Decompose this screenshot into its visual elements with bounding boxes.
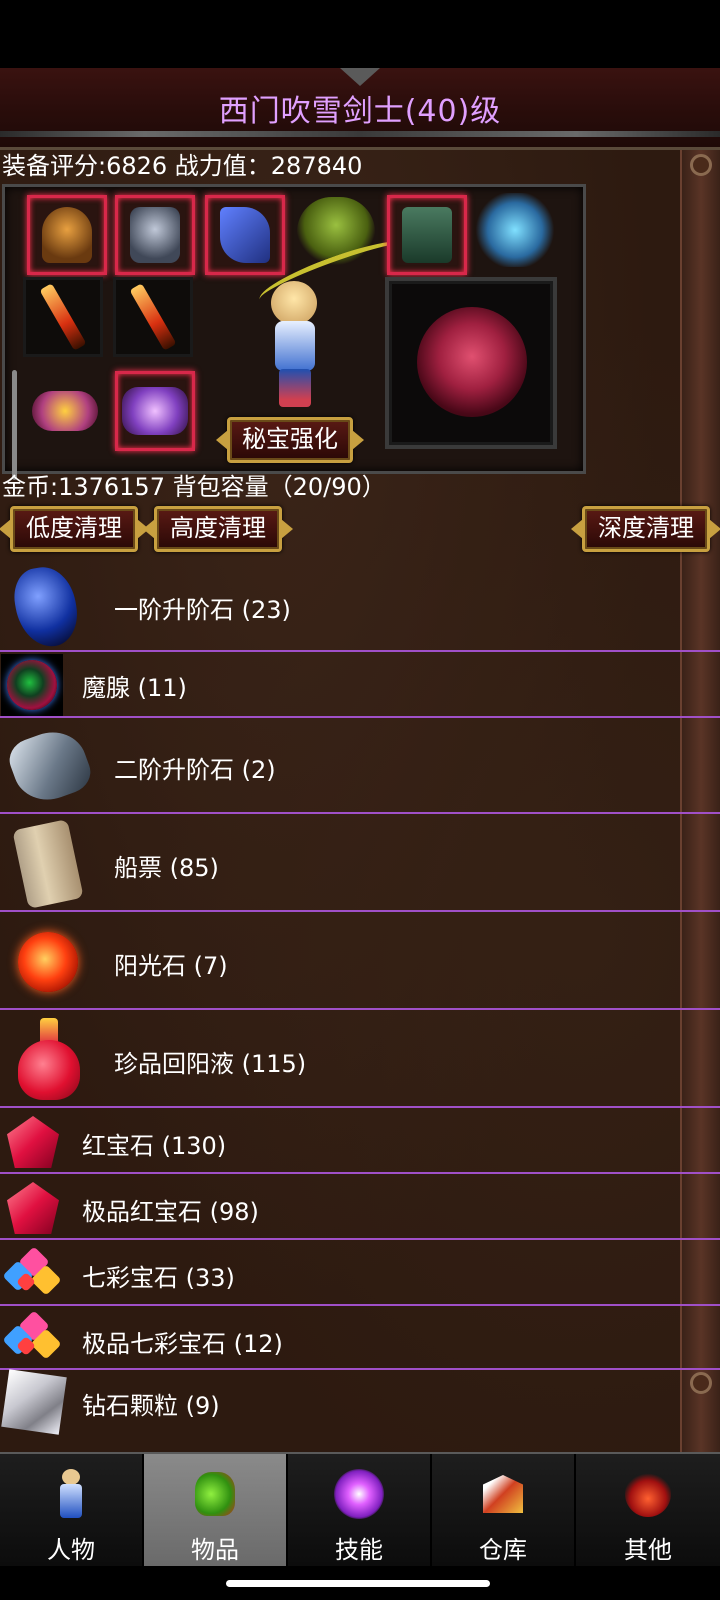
equipment-score-text: 装备评分:6826 战力值：287840 xyxy=(2,152,363,180)
tab-label: 仓库 xyxy=(479,1536,527,1564)
list-item[interactable]: 阳光石 (7) xyxy=(0,912,720,1010)
item-label: 阳光石 (7) xyxy=(114,952,228,980)
main-panel: 装备评分:6826 战力值：287840 秘宝强化 金币:1376157 背包容… xyxy=(0,150,720,1452)
item-label: 珍品回阳液 (115) xyxy=(114,1050,307,1078)
tiger-emblem-icon xyxy=(417,307,527,417)
ruby-icon xyxy=(7,1116,59,1168)
tab-label: 物品 xyxy=(191,1536,239,1564)
home-indicator[interactable] xyxy=(226,1580,490,1587)
wings-icon[interactable] xyxy=(475,193,555,267)
low-cleanup-button[interactable]: 低度清理 xyxy=(10,506,138,552)
sun-stone-icon xyxy=(18,932,78,992)
equipment-panel: 秘宝强化 xyxy=(2,184,586,474)
tab-skills[interactable]: 技能 xyxy=(288,1454,432,1566)
item-label: 船票 (85) xyxy=(114,854,219,882)
avatar-legs xyxy=(279,369,311,407)
helmet-slot[interactable] xyxy=(27,195,107,275)
character-icon xyxy=(60,1469,82,1519)
potion-bag-icon xyxy=(195,1472,235,1516)
skill-orb-icon xyxy=(334,1469,384,1519)
bottom-tab-bar: 人物 物品 技能 仓库 其他 xyxy=(0,1452,720,1566)
bracer-icon xyxy=(220,207,270,263)
rainbow-gems-icon xyxy=(2,1310,62,1361)
item-label: 一阶升阶石 (23) xyxy=(114,596,291,624)
dark-orb-icon xyxy=(1,654,63,716)
belt-slot[interactable] xyxy=(23,373,107,449)
tab-label: 技能 xyxy=(335,1536,383,1564)
item-label: 钻石颗粒 (9) xyxy=(82,1392,220,1420)
deep-cleanup-button[interactable]: 深度清理 xyxy=(582,506,710,552)
warehouse-icon xyxy=(483,1475,523,1513)
list-item[interactable]: 七彩宝石 (33) xyxy=(0,1240,720,1306)
ruby-icon xyxy=(7,1182,59,1234)
sword-icon xyxy=(39,283,87,351)
tab-items[interactable]: 物品 xyxy=(144,1454,288,1566)
armor-icon xyxy=(130,207,180,263)
blue-stone-icon xyxy=(9,562,83,652)
page-title: 西门吹雪剑士(40)级 xyxy=(218,94,502,129)
treasure-enhance-button[interactable]: 秘宝强化 xyxy=(227,417,353,463)
tab-label: 人物 xyxy=(47,1536,95,1564)
soul-slot[interactable] xyxy=(385,277,557,449)
item-label: 极品七彩宝石 (12) xyxy=(82,1330,283,1358)
tab-label: 其他 xyxy=(624,1536,672,1564)
tab-character[interactable]: 人物 xyxy=(0,1454,144,1566)
helmet-icon xyxy=(42,207,92,263)
list-item[interactable]: 极品七彩宝石 (12) xyxy=(0,1306,720,1370)
list-item[interactable]: 钻石颗粒 (9) xyxy=(0,1369,720,1435)
avatar-head xyxy=(271,281,317,325)
status-bar xyxy=(0,0,720,68)
item-label: 极品红宝石 (98) xyxy=(82,1198,259,1226)
weapon-slot-left[interactable] xyxy=(23,277,103,357)
sword-icon xyxy=(129,283,177,351)
list-item[interactable]: 船票 (85) xyxy=(0,814,720,912)
rainbow-gems-icon xyxy=(2,1246,62,1297)
avatar-body xyxy=(275,321,315,371)
list-item[interactable]: 珍品回阳液 (115) xyxy=(0,1010,720,1108)
armor-slot[interactable] xyxy=(115,195,195,275)
list-item[interactable]: 红宝石 (130) xyxy=(0,1108,720,1174)
item-label: 红宝石 (130) xyxy=(82,1132,227,1160)
item-label: 二阶升阶石 (2) xyxy=(114,756,276,784)
boots-slot[interactable] xyxy=(387,195,467,275)
other-icon xyxy=(625,1471,671,1517)
boots-icon xyxy=(402,207,452,263)
item-label: 魔腺 (11) xyxy=(82,674,187,702)
crown-slot[interactable] xyxy=(115,371,195,451)
list-item[interactable]: 一阶升阶石 (23) xyxy=(0,562,720,652)
diamond-icon xyxy=(1,1369,67,1435)
tab-warehouse[interactable]: 仓库 xyxy=(432,1454,576,1566)
item-label: 七彩宝石 (33) xyxy=(82,1264,235,1292)
scroll-icon xyxy=(12,819,84,909)
scroll-indicator[interactable] xyxy=(12,370,17,480)
character-avatar xyxy=(265,281,325,411)
list-item[interactable]: 魔腺 (11) xyxy=(0,652,720,718)
red-potion-icon xyxy=(18,1018,80,1100)
system-nav-area xyxy=(0,1566,720,1600)
list-item[interactable]: 二阶升阶石 (2) xyxy=(0,718,720,814)
tab-other[interactable]: 其他 xyxy=(576,1454,720,1566)
title-bar: 西门吹雪剑士(40)级 xyxy=(0,68,720,150)
grey-stone-icon xyxy=(3,722,97,810)
bracer-slot[interactable] xyxy=(205,195,285,275)
frame-knob-top xyxy=(690,154,712,176)
list-item[interactable]: 极品红宝石 (98) xyxy=(0,1174,720,1240)
gold-and-bag-capacity: 金币:1376157 背包容量（20/90） xyxy=(2,473,386,501)
high-cleanup-button[interactable]: 高度清理 xyxy=(154,506,282,552)
crown-icon xyxy=(122,387,188,435)
inventory-list: 一阶升阶石 (23) 魔腺 (11) 二阶升阶石 (2) 船票 (85) 阳光石… xyxy=(0,562,720,1435)
weapon-slot-right[interactable] xyxy=(113,277,193,357)
belt-icon xyxy=(32,391,98,431)
